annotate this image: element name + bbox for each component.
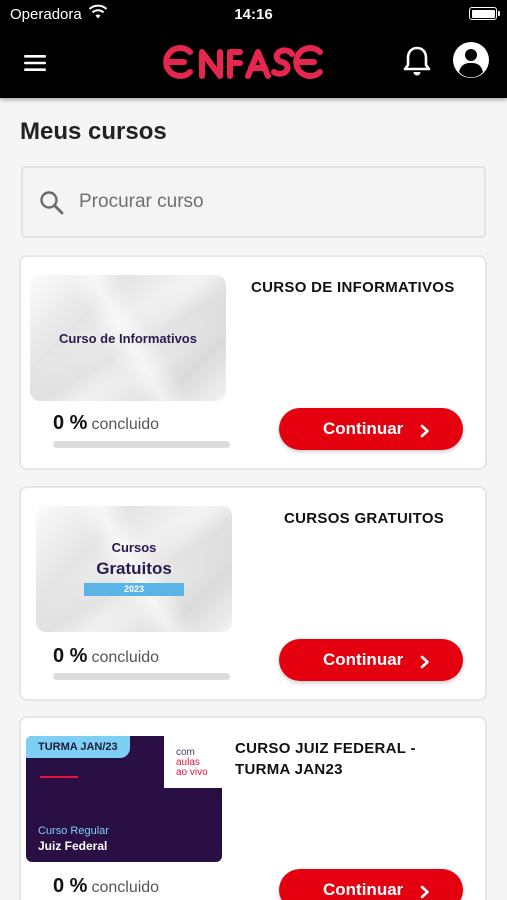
course-title: CURSOS GRATUITOS xyxy=(284,510,445,527)
search-input[interactable] xyxy=(79,184,469,220)
continue-button-label: Continuar xyxy=(323,880,404,899)
continue-button[interactable]: Continuar xyxy=(279,408,463,450)
progress-label: concluido xyxy=(91,416,160,433)
continue-button-label: Continuar xyxy=(323,419,404,438)
chevron-right-icon xyxy=(419,654,431,669)
progress-bar xyxy=(53,673,230,680)
continue-button-label: Continuar xyxy=(323,650,404,669)
progress-text: 0 % concluido xyxy=(53,875,159,898)
bell-icon[interactable] xyxy=(400,44,434,78)
continue-button[interactable]: Continuar xyxy=(279,869,463,900)
search-icon[interactable] xyxy=(39,190,65,216)
course-thumbnail[interactable]: Cursos Gratuitos 2023 xyxy=(36,506,232,632)
chevron-right-icon xyxy=(419,423,431,438)
page-title: Meus cursos xyxy=(20,118,167,145)
thumbnail-title-line2: Gratuitos xyxy=(96,559,172,578)
thumbnail-title: Curso de Informativos xyxy=(59,331,197,346)
course-card: Cursos Gratuitos 2023 CURSOS GRATUITOS 0… xyxy=(19,486,487,701)
enfase-logo[interactable] xyxy=(160,38,350,84)
thumbnail-title-line1: Cursos xyxy=(111,540,157,555)
progress-text: 0 % concluido xyxy=(53,645,159,668)
progress-label: concluido xyxy=(91,649,160,666)
hamburger-menu-icon[interactable] xyxy=(20,48,50,78)
course-title: CURSO JUIZ FEDERAL - TURMA JAN23 xyxy=(235,740,416,778)
course-card: TURMA JAN/23 com aulas ao vivo Curso Reg… xyxy=(19,716,487,900)
thumbnail-tag: com aulas ao vivo xyxy=(176,748,208,778)
progress-percent: 0 % xyxy=(53,875,88,897)
continue-button[interactable]: Continuar xyxy=(279,639,463,681)
thumbnail-tag-line3: ao vivo xyxy=(176,767,208,778)
course-card: Curso de Informativos CURSO DE INFORMATI… xyxy=(19,255,487,470)
chevron-right-icon xyxy=(419,884,431,899)
progress-percent: 0 % xyxy=(53,645,88,667)
status-bar: Operadora 14:16 xyxy=(0,0,507,28)
thumbnail-badge: TURMA JAN/23 xyxy=(26,736,130,758)
thumbnail-year: 2023 xyxy=(84,583,184,596)
progress-bar xyxy=(53,441,230,448)
thumbnail-title-line2: Juiz Federal xyxy=(38,839,108,853)
profile-icon[interactable] xyxy=(452,41,490,79)
search-bar xyxy=(21,166,486,238)
progress-text: 0 % concluido xyxy=(53,412,159,435)
course-title: CURSO DE INFORMATIVOS xyxy=(251,279,455,296)
app-bar xyxy=(0,28,507,98)
thumbnail-title-line1: Curso Regular xyxy=(38,825,109,837)
progress-label: concluido xyxy=(91,879,160,896)
clock: 14:16 xyxy=(234,6,273,23)
battery-icon xyxy=(469,7,500,20)
course-thumbnail[interactable]: TURMA JAN/23 com aulas ao vivo Curso Reg… xyxy=(26,736,222,862)
progress-percent: 0 % xyxy=(53,412,88,434)
course-thumbnail[interactable]: Curso de Informativos xyxy=(30,275,226,401)
